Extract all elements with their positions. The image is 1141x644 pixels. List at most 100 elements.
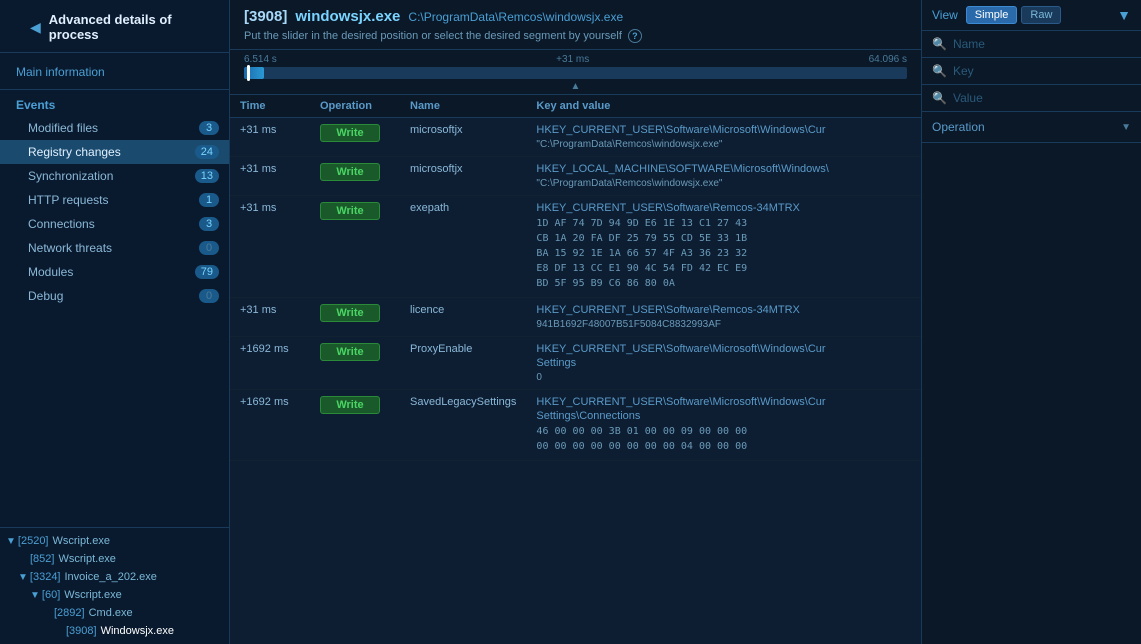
timeline-bar: 6.514 s +31 ms 64.096 s ▲ (230, 50, 921, 95)
table-row[interactable]: +31 msWritelicenceHKEY_CURRENT_USER\Soft… (230, 298, 921, 337)
search-value-icon: 🔍 (932, 91, 947, 105)
tree-item-2892[interactable]: [2892] Cmd.exe (0, 604, 229, 622)
tree-name: Wscript.exe (64, 589, 121, 601)
key-filter-field: 🔍 (922, 58, 1141, 85)
col-operation: Operation (310, 95, 400, 118)
key-filter-input[interactable] (953, 64, 1131, 78)
sidebar-item-label: Modules (28, 265, 73, 279)
timeline-labels: 6.514 s +31 ms 64.096 s (244, 54, 907, 65)
sidebar-item-label: Network threats (28, 241, 112, 255)
sidebar-item-label: Connections (28, 217, 95, 231)
tree-pid: [2892] (54, 607, 85, 619)
operation-dropdown[interactable]: Operation ▼ (922, 112, 1141, 143)
kv-path2: Settings (536, 357, 911, 369)
sidebar-item-modules[interactable]: Modules 79 (0, 260, 229, 284)
cell-name: SavedLegacySettings (400, 390, 526, 461)
sidebar-item-label: HTTP requests (28, 193, 108, 207)
tree-name: Cmd.exe (89, 607, 133, 619)
table-row[interactable]: +31 msWritemicrosoftjxHKEY_CURRENT_USER\… (230, 118, 921, 157)
sidebar-item-synchronization[interactable]: Synchronization 13 (0, 164, 229, 188)
sidebar-item-badge: 0 (199, 289, 219, 303)
tree-pid: [3908] (66, 625, 97, 637)
tree-item-60[interactable]: ▼ [60] Wscript.exe (0, 586, 229, 604)
back-arrow-icon: ◀ (30, 19, 41, 36)
table-row[interactable]: +1692 ms Write SavedLegacySettings HKEY_CUR… (230, 390, 921, 461)
cell-keyvalue: HKEY_CURRENT_USER\Software\Microsoft\Win… (526, 337, 921, 390)
cell-name: microsoftjx (400, 118, 526, 157)
kv-path2: Settings\Connections (536, 410, 911, 422)
sidebar-item-badge: 13 (195, 169, 219, 183)
tree-name: Windowsjx.exe (101, 625, 174, 637)
sidebar-main-information[interactable]: Main information (0, 53, 229, 90)
tree-item-2520[interactable]: ▼ [2520] Wscript.exe (0, 532, 229, 550)
kv-value: 941B1692F48007B51F5084C8832993AF (536, 319, 721, 330)
cell-operation: Write (310, 118, 400, 157)
sidebar-item-badge: 1 (199, 193, 219, 207)
sidebar-item-registry-changes[interactable]: Registry changes 24 (0, 140, 229, 164)
search-key-icon: 🔍 (932, 64, 947, 78)
tree-pid: [2520] (18, 535, 49, 547)
process-name: windowsjx.exe (295, 8, 400, 25)
tree-arrow-icon: ▼ (6, 536, 16, 547)
hex-data: 1D AF 74 7D 94 9D E6 1E 13 C1 27 43CB 1A… (536, 218, 747, 289)
name-filter-input[interactable] (953, 37, 1131, 51)
table-row[interactable]: +31 msWritemicrosoftjxHKEY_LOCAL_MACHINE… (230, 157, 921, 196)
tree-name: Invoice_a_202.exe (65, 571, 157, 583)
kv-value: "C:\ProgramData\Remcos\windowsjx.exe" (536, 139, 722, 150)
registry-table: Time Operation Name Key and value +31 ms… (230, 95, 921, 461)
search-name-icon: 🔍 (932, 37, 947, 51)
timeline-handle[interactable] (247, 65, 250, 81)
name-filter-field: 🔍 (922, 31, 1141, 58)
simple-view-btn[interactable]: Simple (966, 6, 1018, 24)
hint-text: Put the slider in the desired position o… (244, 30, 622, 42)
table-row[interactable]: +1692 msWriteProxyEnableHKEY_CURRENT_USE… (230, 337, 921, 390)
right-panel: View Simple Raw ▼ 🔍 🔍 🔍 Operation ▼ (921, 0, 1141, 644)
tree-item-3908[interactable]: [3908] Windowsjx.exe (0, 622, 229, 640)
sidebar-item-debug[interactable]: Debug 0 (0, 284, 229, 308)
sidebar-title: Advanced details of process (49, 12, 219, 42)
cell-time: +31 ms (230, 157, 310, 196)
process-tree: ▼ [2520] Wscript.exe [852] Wscript.exe ▼… (0, 527, 229, 644)
sidebar-item-modified-files[interactable]: Modified files 3 (0, 116, 229, 140)
cell-keyvalue: HKEY_LOCAL_MACHINE\SOFTWARE\Microsoft\Wi… (526, 157, 921, 196)
tree-item-852[interactable]: [852] Wscript.exe (0, 550, 229, 568)
timeline-collapse-btn[interactable]: ▲ (244, 81, 907, 92)
sidebar-items-list: Modified files 3 Registry changes 24 Syn… (0, 116, 229, 308)
process-id: [3908] (244, 8, 287, 25)
kv-value: "C:\ProgramData\Remcos\windowsjx.exe" (536, 178, 722, 189)
registry-table-container[interactable]: Time Operation Name Key and value +31 ms… (230, 95, 921, 644)
cell-name: licence (400, 298, 526, 337)
col-keyvalue: Key and value (526, 95, 921, 118)
tree-name: Wscript.exe (58, 553, 115, 565)
cell-keyvalue: HKEY_CURRENT_USER\Software\Microsoft\Win… (526, 390, 921, 461)
sidebar-item-badge: 0 (199, 241, 219, 255)
write-badge: Write (320, 124, 380, 142)
value-filter-field: 🔍 (922, 85, 1141, 112)
table-row[interactable]: +31 msWriteexepathHKEY_CURRENT_USER\Soft… (230, 196, 921, 298)
hex-data: 46 00 00 00 3B 01 00 00 09 00 00 0000 00… (536, 426, 747, 452)
cell-time: +1692 ms (230, 390, 310, 461)
filter-icon-btn[interactable]: ▼ (1117, 7, 1131, 23)
kv-path: HKEY_CURRENT_USER\Software\Microsoft\Win… (536, 396, 911, 408)
sidebar-item-network-threats[interactable]: Network threats 0 (0, 236, 229, 260)
cell-name: exepath (400, 196, 526, 298)
table-body: +31 msWritemicrosoftjxHKEY_CURRENT_USER\… (230, 118, 921, 461)
value-filter-input[interactable] (953, 91, 1131, 105)
cell-operation: Write (310, 157, 400, 196)
sidebar-item-label: Debug (28, 289, 63, 303)
sidebar-item-http-requests[interactable]: HTTP requests 1 (0, 188, 229, 212)
header-hint: Put the slider in the desired position o… (244, 29, 907, 43)
tree-item-3324[interactable]: ▼ [3324] Invoice_a_202.exe (0, 568, 229, 586)
view-label: View (932, 8, 958, 22)
kv-path: HKEY_CURRENT_USER\Software\Remcos-34MTRX (536, 202, 911, 214)
write-badge: Write (320, 396, 380, 414)
kv-path: HKEY_CURRENT_USER\Software\Microsoft\Win… (536, 343, 911, 355)
sidebar-item-label: Modified files (28, 121, 98, 135)
write-badge: Write (320, 202, 380, 220)
col-time: Time (230, 95, 310, 118)
cell-keyvalue: HKEY_CURRENT_USER\Software\Remcos-34MTRX… (526, 196, 921, 298)
sidebar-item-connections[interactable]: Connections 3 (0, 212, 229, 236)
sidebar-back-header[interactable]: ◀ Advanced details of process (0, 0, 229, 53)
raw-view-btn[interactable]: Raw (1021, 6, 1061, 24)
timeline-track[interactable] (244, 67, 907, 79)
